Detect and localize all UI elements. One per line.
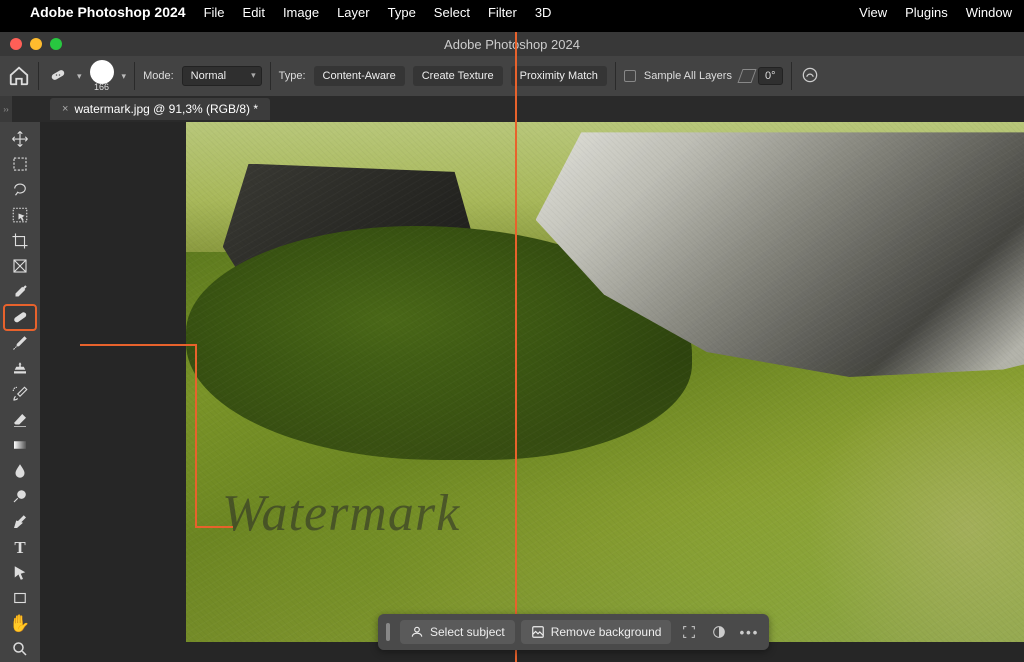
menu-type[interactable]: Type (388, 5, 416, 20)
watermark-text: Watermark (222, 484, 460, 543)
app-menu[interactable]: Adobe Photoshop 2024 (30, 4, 186, 20)
move-tool[interactable] (4, 126, 36, 152)
menu-filter[interactable]: Filter (488, 5, 517, 20)
transform-icon[interactable] (677, 620, 701, 644)
tool-preset-dropdown[interactable]: ▾ (77, 71, 82, 82)
eyedropper-tool[interactable] (4, 279, 36, 305)
clone-stamp-tool[interactable] (4, 356, 36, 382)
type-content-aware-button[interactable]: Content-Aware (314, 66, 405, 86)
drag-handle[interactable] (386, 623, 390, 641)
select-subject-label: Select subject (430, 625, 505, 639)
frame-tool[interactable] (4, 254, 36, 280)
adjustment-icon[interactable] (707, 620, 731, 644)
home-button[interactable] (8, 65, 30, 87)
type-tool[interactable]: T (4, 535, 36, 561)
canvas-area[interactable]: Watermark Select subject Remove backgrou… (40, 122, 1024, 662)
type-create-texture-button[interactable]: Create Texture (413, 66, 503, 86)
menu-window[interactable]: Window (966, 5, 1012, 20)
menu-image[interactable]: Image (283, 5, 319, 20)
contextual-task-bar[interactable]: Select subject Remove background ••• (378, 614, 769, 650)
brush-size-value: 166 (94, 82, 109, 92)
history-brush-tool[interactable] (4, 381, 36, 407)
annotation-line (195, 344, 197, 528)
sample-all-layers-checkbox[interactable] (624, 70, 636, 82)
menu-3d[interactable]: 3D (535, 5, 552, 20)
mode-label: Mode: (143, 70, 174, 82)
pen-tool[interactable] (4, 509, 36, 535)
remove-background-label: Remove background (551, 625, 662, 639)
eraser-tool[interactable] (4, 407, 36, 433)
path-select-tool[interactable] (4, 560, 36, 586)
gradient-tool[interactable] (4, 432, 36, 458)
brush-dropdown[interactable]: ▾ (122, 71, 127, 82)
document-canvas[interactable]: Watermark (186, 122, 1024, 642)
document-tab[interactable]: × watermark.jpg @ 91,3% (RGB/8) * (50, 98, 270, 120)
options-bar: ▾ 166 ▾ Mode: Normal Type: Content-Aware… (0, 56, 1024, 96)
type-proximity-match-button[interactable]: Proximity Match (511, 66, 607, 86)
titlebar: Adobe Photoshop 2024 (0, 32, 1024, 56)
menu-file[interactable]: File (204, 5, 225, 20)
rectangle-tool[interactable] (4, 586, 36, 612)
annotation-line (80, 344, 197, 346)
brush-tool[interactable] (4, 330, 36, 356)
zoom-tool[interactable] (4, 637, 36, 662)
mode-select[interactable]: Normal (182, 66, 262, 86)
menu-view[interactable]: View (859, 5, 887, 20)
window-title: Adobe Photoshop 2024 (0, 37, 1024, 52)
lasso-tool[interactable] (4, 177, 36, 203)
crop-tool[interactable] (4, 228, 36, 254)
menu-edit[interactable]: Edit (243, 5, 265, 20)
menu-select[interactable]: Select (434, 5, 470, 20)
spot-healing-brush-tool[interactable] (4, 305, 36, 331)
bandage-icon (47, 66, 69, 87)
image-content: Watermark (186, 122, 1024, 642)
document-tab-label: watermark.jpg @ 91,3% (RGB/8) * (74, 102, 258, 116)
marquee-tool[interactable] (4, 152, 36, 178)
comparison-divider[interactable] (515, 32, 517, 662)
brush-preview[interactable]: 166 (90, 60, 114, 92)
sample-all-layers-label: Sample All Layers (644, 70, 732, 82)
hand-tool[interactable]: ✋ (4, 611, 36, 637)
object-select-tool[interactable] (4, 203, 36, 229)
dodge-tool[interactable] (4, 483, 36, 509)
select-subject-button[interactable]: Select subject (400, 620, 515, 644)
blur-tool[interactable] (4, 458, 36, 484)
close-tab-icon[interactable]: × (62, 103, 68, 115)
more-options-icon[interactable]: ••• (737, 620, 761, 644)
macos-menubar: Adobe Photoshop 2024 File Edit Image Lay… (0, 0, 1024, 24)
angle-input[interactable]: 0° (758, 67, 783, 85)
tools-panel: T ✋ (0, 122, 40, 662)
app-window: Adobe Photoshop 2024 ▾ 166 ▾ Mode: Norma… (0, 32, 1024, 662)
annotation-line (195, 526, 233, 528)
menu-plugins[interactable]: Plugins (905, 5, 948, 20)
panel-expand-handle[interactable]: ›› (0, 96, 12, 122)
type-label: Type: (279, 70, 306, 82)
remove-background-button[interactable]: Remove background (521, 620, 672, 644)
angle-icon (737, 69, 756, 83)
pressure-size-icon[interactable] (800, 65, 820, 88)
menu-layer[interactable]: Layer (337, 5, 370, 20)
document-tabstrip: × watermark.jpg @ 91,3% (RGB/8) * (0, 96, 1024, 122)
